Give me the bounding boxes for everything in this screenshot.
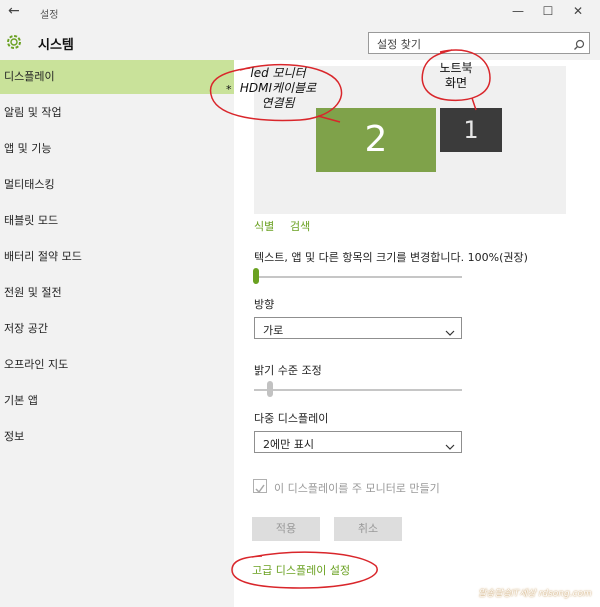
sidebar-item-battery-saver[interactable]: 배터리 절약 모드 <box>0 240 234 274</box>
notebook-annotation-text: 노트북 화면 <box>426 61 486 91</box>
orientation-label: 방향 <box>254 298 275 311</box>
gear-icon <box>4 32 24 56</box>
page-title: 시스템 <box>38 38 74 53</box>
sidebar: 디스플레이 알림 및 작업 앱 및 기능 멀티태스킹 태블릿 모드 배터리 절약… <box>0 60 234 607</box>
notebook-annotation-line1: 노트북 <box>439 61 473 75</box>
apply-button[interactable]: 적용 <box>252 517 320 541</box>
orientation-value: 가로 <box>263 324 284 337</box>
multi-display-value: 2에만 표시 <box>263 438 314 451</box>
brightness-slider-thumb[interactable] <box>267 381 273 397</box>
close-button[interactable]: ✕ <box>568 4 588 18</box>
identify-link[interactable]: 식별 <box>254 218 274 234</box>
chevron-down-icon <box>445 437 455 456</box>
sidebar-item-notifications[interactable]: 알림 및 작업 <box>0 96 234 130</box>
led-annotation-line3: 연결됨 <box>261 96 295 110</box>
advanced-display-settings-link[interactable]: 고급 디스플레이 설정 <box>252 562 350 578</box>
orientation-select[interactable]: 가로 <box>254 317 462 339</box>
brightness-label: 밝기 수준 조정 <box>254 364 322 377</box>
chevron-down-icon <box>445 323 455 342</box>
notebook-annotation-line2: 화면 <box>444 76 468 90</box>
led-annotation-line1: led 모니터 <box>250 66 306 80</box>
watermark: 알송달송IT세상 rdsong.com <box>478 589 592 599</box>
sidebar-item-multitasking[interactable]: 멀티태스킹 <box>0 168 234 202</box>
led-annotation-line2: HDMI케이블로 <box>239 81 317 95</box>
search-input[interactable]: 설정 찾기 <box>368 32 590 54</box>
header: 시스템 설정 찾기 <box>0 26 600 60</box>
minimize-button[interactable]: — <box>508 4 528 18</box>
multi-display-label: 다중 디스플레이 <box>254 412 329 425</box>
cancel-button[interactable]: 취소 <box>334 517 402 541</box>
multi-display-select[interactable]: 2에만 표시 <box>254 431 462 453</box>
sidebar-item-default-apps[interactable]: 기본 앱 <box>0 384 234 418</box>
main-monitor-checkbox-label: 이 디스플레이를 주 모니터로 만들기 <box>274 482 440 495</box>
search-placeholder: 설정 찾기 <box>377 38 421 51</box>
sidebar-item-storage[interactable]: 저장 공간 <box>0 312 234 346</box>
scale-label: 텍스트, 앱 및 다른 항목의 크기를 변경합니다. 100%(권장) <box>254 251 528 264</box>
sidebar-item-display[interactable]: 디스플레이 <box>0 60 234 94</box>
sidebar-item-tablet-mode[interactable]: 태블릿 모드 <box>0 204 234 238</box>
monitor-2-tile[interactable]: 2 <box>316 108 436 172</box>
sidebar-item-about[interactable]: 정보 <box>0 420 234 454</box>
checkmark-icon <box>255 484 265 494</box>
title-bar: ← 설정 — ☐ ✕ <box>0 0 600 26</box>
monitor-1-tile[interactable]: 1 <box>440 108 502 152</box>
sidebar-item-offline-maps[interactable]: 오프라인 지도 <box>0 348 234 382</box>
sidebar-item-apps[interactable]: 앱 및 기능 <box>0 132 234 166</box>
window-title: 설정 <box>40 10 59 21</box>
search-icon[interactable] <box>573 36 585 55</box>
sidebar-item-power-sleep[interactable]: 전원 및 절전 <box>0 276 234 310</box>
main-monitor-checkbox[interactable] <box>253 479 267 494</box>
brightness-slider[interactable] <box>254 389 462 391</box>
led-annotation-text: led 모니터 HDMI케이블로 연결됨 <box>222 66 334 111</box>
scale-slider[interactable] <box>254 276 462 278</box>
back-arrow-icon[interactable]: ← <box>8 3 20 19</box>
scale-slider-thumb[interactable] <box>253 268 259 284</box>
maximize-button[interactable]: ☐ <box>538 4 558 18</box>
detect-link[interactable]: 검색 <box>290 218 310 234</box>
